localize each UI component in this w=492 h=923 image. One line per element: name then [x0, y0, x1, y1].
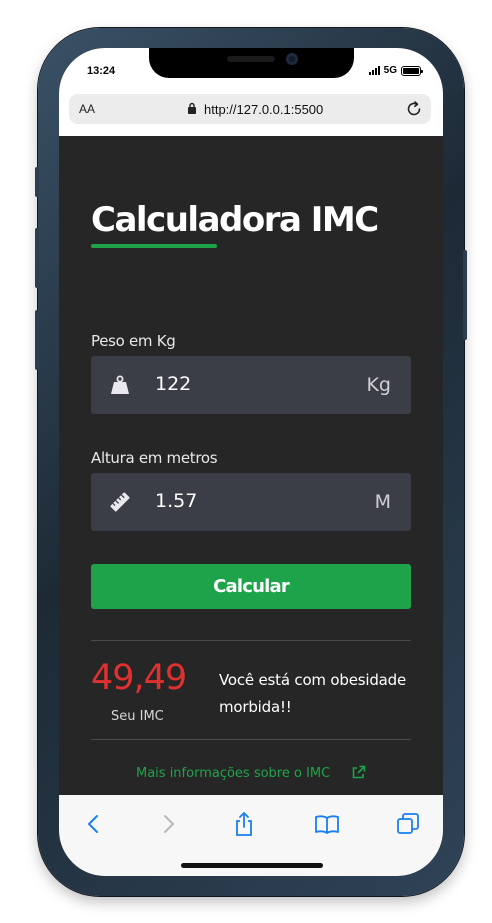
- browser-toolbar: [59, 795, 443, 876]
- imc-value: 49,49: [91, 658, 187, 698]
- speaker-grille: [227, 56, 275, 62]
- page-title: Calculadora IMC: [91, 200, 379, 240]
- network-label: 5G: [383, 65, 397, 76]
- external-link-icon[interactable]: [351, 765, 366, 780]
- home-indicator[interactable]: [181, 863, 323, 868]
- ruler-icon: [110, 492, 130, 512]
- height-unit: M: [374, 491, 391, 513]
- divider-bottom: [91, 739, 411, 740]
- imc-label: Seu IMC: [111, 709, 164, 724]
- height-input[interactable]: 1.57: [155, 490, 197, 512]
- address-bar[interactable]: AA http://127.0.0.1:5500: [69, 94, 431, 124]
- reload-icon[interactable]: [405, 100, 423, 118]
- status-time: 13:24: [87, 65, 116, 77]
- status-indicators: 5G: [368, 65, 423, 76]
- volume-up-button: [35, 228, 39, 288]
- url-text[interactable]: http://127.0.0.1:5500: [204, 102, 323, 117]
- phone-screen: 13:24 5G AA http://127.0.0.1:5500 Calcul…: [59, 48, 443, 876]
- back-icon[interactable]: [81, 811, 107, 837]
- signal-icon: [368, 66, 380, 75]
- weight-unit: Kg: [366, 374, 391, 396]
- tabs-icon[interactable]: [395, 811, 421, 837]
- notch: [149, 48, 354, 78]
- silent-switch: [35, 167, 39, 197]
- more-info-link[interactable]: Mais informações sobre o IMC: [136, 766, 330, 781]
- weight-field[interactable]: 122 Kg: [91, 356, 411, 414]
- battery-fill: [403, 67, 419, 74]
- divider-top: [91, 640, 411, 641]
- height-label: Altura em metros: [91, 449, 218, 467]
- text-size-button[interactable]: AA: [79, 102, 95, 116]
- lock-icon: [188, 102, 196, 114]
- battery-icon: [401, 65, 423, 76]
- front-camera: [286, 53, 298, 65]
- weight-label: Peso em Kg: [91, 332, 176, 350]
- bookmarks-icon[interactable]: [314, 811, 340, 837]
- imc-message: Você está com obesidade morbida!!: [219, 671, 406, 716]
- share-icon[interactable]: [231, 811, 257, 837]
- weight-input[interactable]: 122: [155, 373, 191, 395]
- title-underline: [91, 244, 217, 248]
- calculate-button[interactable]: Calcular: [91, 564, 411, 609]
- height-field[interactable]: 1.57 M: [91, 473, 411, 531]
- volume-down-button: [35, 310, 39, 370]
- power-button: [463, 250, 467, 340]
- weight-icon: [111, 375, 129, 394]
- forward-icon[interactable]: [155, 811, 181, 837]
- page-content: Calculadora IMC Peso em Kg 122 Kg Altura…: [59, 136, 443, 795]
